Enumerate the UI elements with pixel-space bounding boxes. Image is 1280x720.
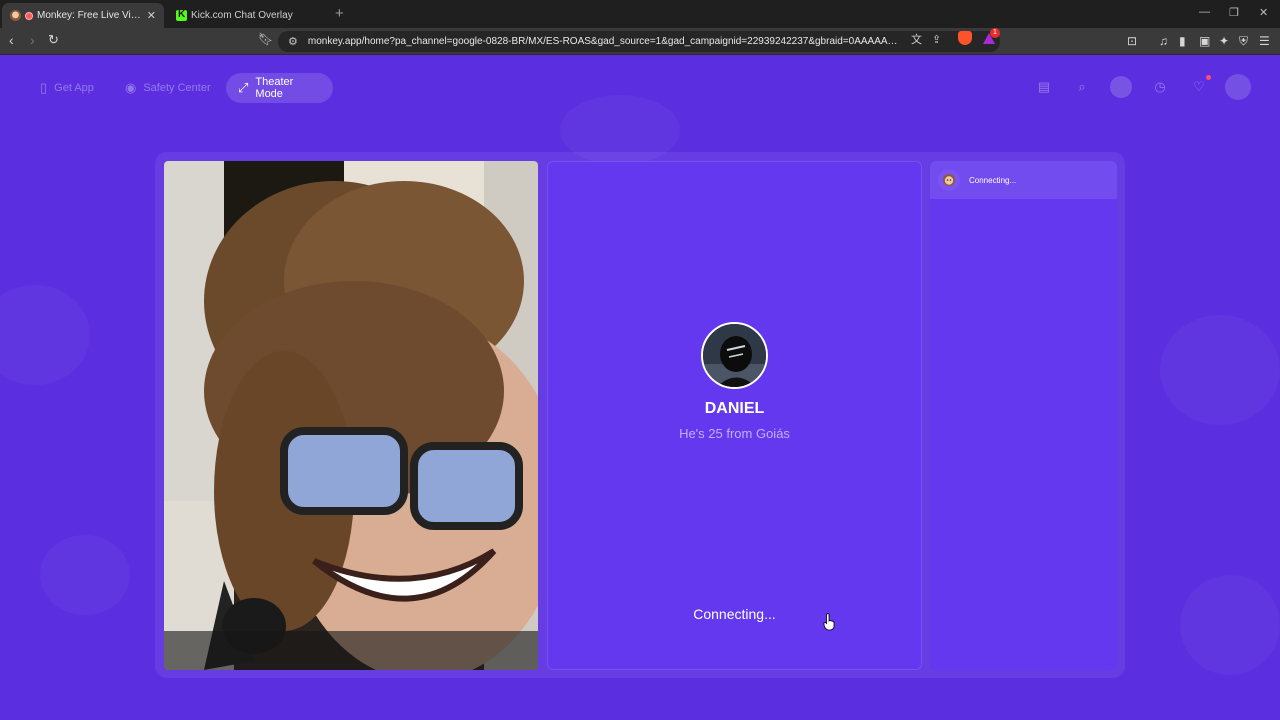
wallet-icon[interactable]: ▣	[1199, 34, 1210, 48]
peer-avatar	[701, 322, 768, 389]
restore-icon[interactable]: ❐	[1229, 6, 1239, 19]
expand-icon: ⤢	[238, 80, 249, 95]
minimize-icon[interactable]: —	[1199, 6, 1210, 18]
recording-icon	[25, 11, 33, 20]
chat-panel: Connecting...	[930, 161, 1117, 670]
brave-rewards-icon[interactable]: 1	[982, 28, 1000, 45]
back-icon[interactable]: ‹	[9, 32, 14, 48]
peer-name: DANIEL	[704, 400, 765, 417]
sidebar-icon[interactable]: ▮	[1179, 34, 1186, 48]
messages-icon[interactable]: ♡	[1188, 75, 1211, 98]
new-tab-button[interactable]: +	[335, 5, 344, 22]
media-icon[interactable]: ♫	[1159, 34, 1168, 48]
monkey-icon	[938, 169, 960, 191]
tab-title: Kick.com Chat Overlay	[191, 10, 293, 21]
theater-mode-label: Theater Mode	[255, 76, 294, 100]
peer-connecting-status: Connecting...	[693, 606, 776, 622]
store-icon[interactable]: ▤	[1033, 76, 1055, 98]
monkey-page: ▯ Get App ◉ Safety Center ⤢ Theater Mode…	[0, 55, 1280, 720]
safety-center-button[interactable]: ◉ Safety Center	[113, 73, 223, 103]
bookmark-icon[interactable]: 🔖︎	[258, 32, 273, 46]
chat-connecting-status: Connecting...	[969, 175, 1017, 185]
coin-icon[interactable]	[1110, 76, 1132, 98]
self-camera-video	[164, 161, 538, 670]
tab-monkey[interactable]: Monkey: Free Live Video Chat ✕	[2, 3, 164, 28]
window-close-icon[interactable]: ✕	[1259, 6, 1268, 19]
site-info-icon[interactable]: ⚙︎	[288, 35, 298, 48]
profile-avatar[interactable]	[1225, 74, 1251, 100]
extensions: 1	[958, 28, 1000, 45]
browser-toolbar: ‹ › ↻ 🔖︎ ⚙︎ monkey.app/home?pa_channel=g…	[0, 28, 1280, 55]
reload-icon[interactable]: ↻	[48, 32, 59, 48]
forward-icon[interactable]: ›	[30, 32, 35, 48]
kick-favicon-icon	[176, 9, 187, 21]
menu-icon[interactable]: ☰	[1259, 34, 1270, 48]
chat-header: Connecting...	[930, 161, 1117, 199]
address-actions: 文 ⇪	[911, 31, 941, 47]
translate-icon[interactable]: 文	[911, 31, 922, 47]
safety-center-label: Safety Center	[143, 82, 211, 94]
address-bar[interactable]: ⚙︎ monkey.app/home?pa_channel=google-082…	[278, 31, 1000, 52]
share-icon[interactable]: ⇪	[932, 33, 941, 46]
search-icon[interactable]: ⌕	[1071, 76, 1093, 98]
get-app-button[interactable]: ▯ Get App	[28, 73, 106, 103]
url-text[interactable]: monkey.app/home?pa_channel=google-0828-B…	[308, 36, 898, 47]
browser-tab-bar: Monkey: Free Live Video Chat ✕ Kick.com …	[0, 0, 1280, 28]
get-app-label: Get App	[54, 82, 94, 94]
brave-shield-icon[interactable]	[958, 31, 972, 45]
close-tab-icon[interactable]: ✕	[147, 9, 156, 22]
phone-icon: ▯	[40, 80, 48, 95]
hand-cursor-icon	[823, 613, 835, 631]
leo-ai-icon[interactable]: ✦	[1219, 34, 1229, 48]
history-icon[interactable]: ◷	[1149, 76, 1171, 98]
screenshot-icon[interactable]: ⊡	[1127, 34, 1137, 48]
tab-kick[interactable]: Kick.com Chat Overlay	[168, 3, 328, 28]
webcam-feed-image	[164, 161, 538, 670]
peer-avatar-image	[703, 324, 766, 387]
peer-info: He's 25 from Goiás	[679, 426, 790, 441]
shield-icon: ◉	[125, 80, 137, 95]
peer-panel: DANIEL He's 25 from Goiás Connecting...	[547, 161, 922, 670]
rewards-badge: 1	[990, 28, 1000, 38]
tab-title: Monkey: Free Live Video Chat	[37, 10, 143, 21]
vpn-icon[interactable]: ⛨	[1239, 34, 1248, 49]
monkey-favicon-icon	[10, 10, 21, 21]
theater-mode-button[interactable]: ⤢ Theater Mode	[226, 73, 333, 103]
